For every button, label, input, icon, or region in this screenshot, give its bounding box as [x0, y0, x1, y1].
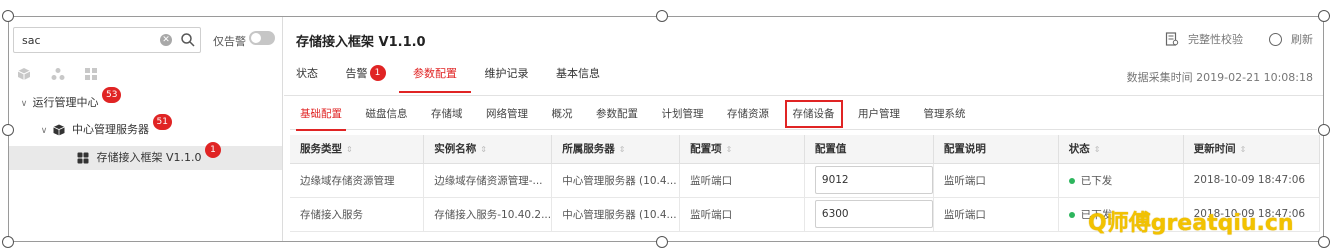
sort-icon[interactable]: ⇕	[1240, 145, 1247, 154]
page-title: 存储接入框架 V1.1.0	[296, 35, 426, 50]
tree-node-ops-center[interactable]: ∨ 运行管理中心 53	[9, 87, 282, 116]
divider	[284, 95, 1323, 96]
search-input[interactable]	[22, 28, 152, 52]
subtab-basic-config[interactable]: 基础配置	[290, 98, 352, 131]
cell-instance-name: 边缘域存储资源管理-...	[423, 163, 553, 198]
cell-config-item: 监听端口	[679, 163, 805, 198]
resize-handle[interactable]	[2, 124, 14, 136]
alarm-count-badge: 1	[369, 65, 386, 81]
cell-server: 中心管理服务器 (10.4...	[551, 163, 681, 198]
refresh-icon[interactable]	[1268, 32, 1282, 46]
watermark-text: Q师傅greatqiu.cn	[1088, 211, 1294, 236]
resize-handle[interactable]	[656, 236, 668, 248]
search-box: ✕	[13, 27, 201, 53]
tab-basic-info[interactable]: 基本信息	[556, 67, 600, 91]
tab-maintenance-log[interactable]: 维护记录	[485, 67, 529, 91]
tab-status[interactable]: 状态	[296, 67, 318, 91]
chevron-down-icon[interactable]: ∨	[19, 92, 29, 116]
tab-param-config[interactable]: 参数配置	[399, 67, 471, 93]
sort-icon[interactable]: ⇕	[346, 145, 353, 154]
grid-icon[interactable]	[84, 67, 98, 81]
resize-handle[interactable]	[2, 10, 14, 22]
alarm-only-toggle[interactable]	[249, 31, 275, 45]
sort-icon[interactable]: ⇕	[619, 145, 626, 154]
cell-config-value	[804, 197, 934, 232]
server-cube-icon	[52, 124, 65, 136]
col-server[interactable]: 所属服务器 ⇕	[551, 135, 681, 164]
resize-handle[interactable]	[1318, 124, 1330, 136]
refresh-button[interactable]: 刷新	[1291, 33, 1313, 46]
tab-alarm[interactable]: 告警 1	[346, 65, 386, 91]
cell-config-desc: 监听端口	[933, 163, 1059, 198]
alarm-count-badge: 1	[205, 142, 222, 158]
config-value-input[interactable]	[814, 200, 933, 228]
sort-icon[interactable]: ⇕	[480, 145, 487, 154]
config-value-input[interactable]	[814, 166, 933, 194]
collect-time: 数据采集时间 2019-02-21 10:08:18	[1126, 71, 1313, 84]
tree-node-storage-framework[interactable]: 存储接入框架 V1.1.0 1	[9, 142, 282, 170]
checklist-icon[interactable]	[1165, 32, 1179, 46]
subtab-disk-info[interactable]: 磁盘信息	[356, 98, 418, 130]
alarm-count-badge: 51	[152, 114, 172, 130]
col-config-item[interactable]: 配置项 ⇕	[679, 135, 805, 164]
cell-update-time: 2018-10-09 18:47:06	[1183, 163, 1321, 198]
subtab-plan[interactable]: 计划管理	[652, 98, 714, 130]
cube-icon[interactable]	[17, 67, 31, 81]
col-config-desc: 配置说明	[933, 135, 1059, 164]
integrity-check-button[interactable]: 完整性校验	[1188, 33, 1243, 46]
sort-icon[interactable]: ⇕	[1094, 145, 1101, 154]
subtab-storage-resource[interactable]: 存储资源	[717, 98, 779, 130]
subtab-overview[interactable]: 概况	[542, 98, 583, 130]
col-service-type[interactable]: 服务类型 ⇕	[290, 135, 425, 164]
status-dot-icon	[1068, 177, 1075, 184]
main-tabs: 状态 告警 1 参数配置 维护记录 基本信息	[296, 65, 624, 93]
cell-config-desc: 监听端口	[933, 197, 1059, 232]
subtab-network[interactable]: 网络管理	[476, 98, 538, 130]
resize-handle[interactable]	[2, 236, 14, 248]
resize-handle[interactable]	[1318, 10, 1330, 22]
resize-handle[interactable]	[1318, 236, 1330, 248]
cell-config-value	[804, 163, 934, 198]
subtab-user-mgmt[interactable]: 用户管理	[848, 98, 910, 130]
table-header-row: 服务类型 ⇕ 实例名称 ⇕ 所属服务器 ⇕ 配置项 ⇕ 配置值 配置说明 状态 ⇕ 更新时…	[290, 135, 1321, 164]
subtab-storage-domain[interactable]: 存储域	[421, 98, 473, 130]
chevron-down-icon[interactable]: ∨	[39, 119, 49, 143]
resize-handle[interactable]	[656, 10, 668, 22]
cell-config-item: 监听端口	[679, 197, 805, 232]
clear-icon[interactable]: ✕	[160, 34, 172, 46]
subtab-storage-device[interactable]: 存储设备	[783, 98, 845, 130]
cell-service-type: 边缘域存储资源管理	[290, 163, 425, 198]
col-status[interactable]: 状态 ⇕	[1058, 135, 1184, 164]
cell-service-type: 存储接入服务	[290, 197, 425, 232]
status-dot-icon	[1068, 211, 1075, 218]
sub-tabs: 基础配置 磁盘信息 存储域 网络管理 概况 参数配置 计划管理 存储资源 存储设…	[290, 98, 1317, 131]
subtab-param-config[interactable]: 参数配置	[586, 98, 648, 130]
alarm-only-label: 仅告警	[213, 35, 246, 48]
cluster-icon[interactable]	[51, 67, 65, 81]
alarm-count-badge: 53	[102, 87, 122, 103]
sort-icon[interactable]: ⇕	[726, 145, 733, 154]
col-instance-name[interactable]: 实例名称 ⇕	[423, 135, 553, 164]
component-icon	[77, 152, 89, 164]
tree-node-central-server[interactable]: ∨ 中心管理服务器 51	[9, 114, 282, 143]
table-row: 边缘域存储资源管理 边缘域存储资源管理-... 中心管理服务器 (10.4...…	[290, 163, 1321, 198]
cell-status: 已下发	[1058, 163, 1184, 198]
header-actions: 完整性校验 刷新	[1165, 31, 1313, 47]
col-config-value: 配置值	[804, 135, 934, 164]
resource-tree-panel: ✕ 仅告警	[9, 17, 283, 241]
cell-instance-name: 存储接入服务-10.40.2...	[423, 197, 553, 232]
col-update-time[interactable]: 更新时间 ⇕	[1183, 135, 1321, 164]
search-icon[interactable]	[180, 32, 196, 48]
cell-server: 中心管理服务器 (10.4...	[551, 197, 681, 232]
subtab-mgmt-system[interactable]: 管理系统	[914, 98, 976, 130]
tree-toolbar	[17, 67, 114, 81]
